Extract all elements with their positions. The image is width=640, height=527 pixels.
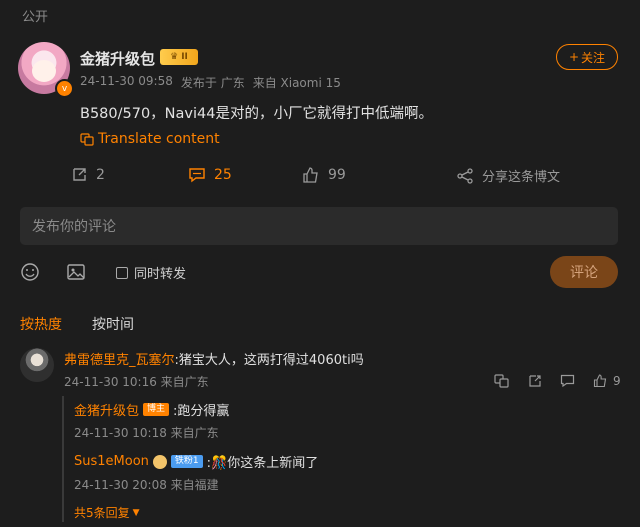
reply-divider (62, 396, 64, 522)
crown-icon: ♛ (170, 52, 179, 62)
like-button[interactable]: 99 (302, 166, 346, 184)
share-button[interactable]: 分享这条博文 (456, 166, 560, 185)
follow-button[interactable]: + 关注 (556, 44, 618, 70)
fan-level-badge: 铁粉1 (170, 455, 203, 468)
comment-button[interactable]: 25 (188, 166, 232, 184)
reply-line: 金猪升级包 博主 :跑分得赢 (74, 400, 229, 419)
post-timestamp[interactable]: 24-11-30 09:58 (80, 74, 173, 91)
comment-line: 弗雷德里克_瓦塞尔:猪宝大人，这两打得过4060ti吗 (64, 349, 364, 368)
post-device: 来自 Xiaomi 15 (252, 76, 341, 90)
author-tag-badge: 博主 (143, 403, 170, 416)
chevron-down-icon: ▼ (132, 507, 140, 518)
post-text: B580/570，Navi44是对的，小厂它就得打中低端啊。 (80, 106, 433, 122)
follow-label: 关注 (581, 50, 606, 65)
comment-text: :猪宝大人，这两打得过4060ti吗 (174, 353, 364, 368)
author-name[interactable]: 金猪升级包 (80, 48, 155, 69)
repost-checkbox-row[interactable]: 同时转发 (116, 263, 186, 282)
repost-checkbox[interactable] (116, 266, 128, 279)
commenter-name[interactable]: 弗雷德里克_瓦塞尔 (64, 353, 175, 368)
reply-text: :跑分得赢 (173, 404, 230, 419)
repost-count: 2 (96, 167, 105, 183)
like-count: 99 (328, 167, 346, 183)
repost-button[interactable]: 2 (70, 166, 105, 184)
comment-icon (189, 168, 205, 183)
visibility-label: 公开 (22, 10, 49, 25)
post-location: 发布于 广东 (180, 76, 245, 90)
more-replies-link[interactable]: 共5条回复 ▼ (74, 504, 140, 521)
tab-sort-hot[interactable]: 按热度 (20, 314, 62, 334)
reply-meta: 24-11-30 20:08 来自福建 (74, 478, 219, 492)
plus-icon: + (568, 50, 580, 64)
translate-icon (80, 133, 94, 146)
repost-icon (73, 168, 86, 181)
thumbs-up-icon (303, 167, 318, 183)
repost-checkbox-label: 同时转发 (134, 267, 187, 282)
emoji-icon (21, 263, 39, 281)
verified-badge: v (55, 79, 74, 98)
reply-text: :🎊你这条上新闻了 (206, 456, 319, 471)
submit-comment-button[interactable]: 评论 (550, 256, 618, 288)
repost-icon[interactable] (527, 373, 542, 388)
reply-author[interactable]: 金猪升级包 (74, 400, 139, 419)
translate-icon[interactable] (494, 373, 509, 388)
share-label: 分享这条博文 (482, 170, 561, 185)
comment-meta: 24-11-30 10:16 来自广东 (64, 375, 209, 389)
thumbs-up-icon (593, 374, 607, 388)
share-icon (457, 167, 473, 184)
more-replies-label: 共5条回复 (74, 506, 130, 520)
translate-label: Translate content (98, 131, 220, 147)
image-icon (67, 264, 85, 280)
comment-icon[interactable] (560, 373, 575, 388)
comment-like-count: 9 (613, 373, 621, 388)
image-button[interactable] (66, 262, 86, 286)
emoji-button[interactable] (20, 262, 40, 286)
post-meta: 24-11-30 09:58 发布于 广东 来自 Xiaomi 15 (80, 74, 341, 91)
translate-link[interactable]: Translate content (80, 131, 220, 147)
reply-line: Sus1eMoon 铁粉1 :🎊你这条上新闻了 (74, 452, 318, 471)
comment-actions: 9 (494, 373, 621, 388)
tab-sort-time[interactable]: 按时间 (92, 314, 134, 334)
comment-placeholder: 发布你的评论 (32, 219, 116, 235)
level-text: II (181, 52, 188, 62)
reply-author[interactable]: Sus1eMoon (74, 454, 149, 469)
level-badge[interactable]: ♛ II (160, 49, 198, 65)
reply-meta: 24-11-30 10:18 来自广东 (74, 426, 219, 440)
comment-like-button[interactable]: 9 (593, 373, 621, 388)
comment-input[interactable]: 发布你的评论 (20, 207, 618, 245)
comment-count: 25 (214, 167, 232, 183)
commenter-avatar[interactable] (20, 348, 54, 382)
fan-avatar-icon (152, 454, 167, 469)
